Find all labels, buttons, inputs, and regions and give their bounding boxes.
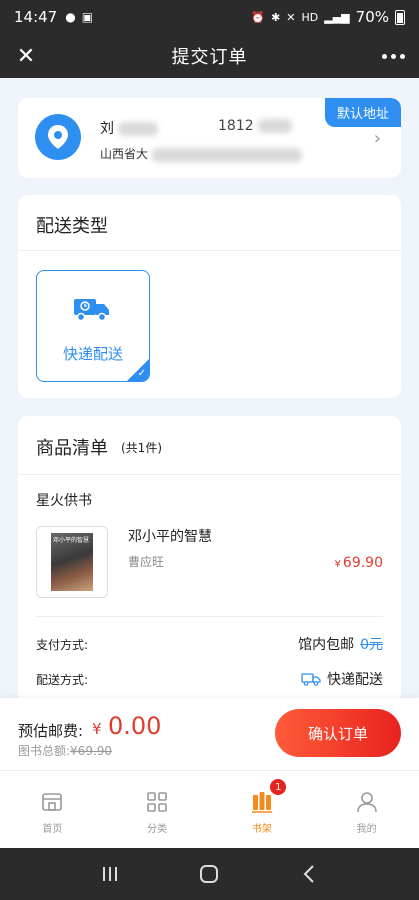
- location-pin-icon: [35, 114, 81, 160]
- payment-method-row: 支付方式: 馆内包邮 0元: [36, 634, 383, 654]
- book-cover-art: 邓小平的智慧: [51, 533, 93, 591]
- notification-icons: ● ▣: [65, 10, 93, 24]
- battery-percent: 70%: [355, 8, 389, 26]
- shipping-method-label: 配送方式:: [36, 672, 89, 687]
- express-delivery-option[interactable]: 快递配送 ✓: [36, 270, 150, 382]
- tab-profile[interactable]: 我的: [314, 771, 419, 848]
- book-title[interactable]: 邓小平的智慧: [128, 526, 212, 546]
- close-icon[interactable]: ✕: [10, 40, 42, 72]
- home-button-icon[interactable]: [194, 859, 224, 889]
- default-address-badge: 默认地址: [324, 98, 401, 127]
- address-detail: 山西省大: [100, 145, 302, 162]
- payment-method-text: 馆内包邮: [298, 637, 355, 653]
- recipient-phone: 1812: [218, 118, 293, 134]
- bluetooth-icon: ✱: [271, 10, 281, 24]
- store-name: 星火供书: [36, 493, 92, 509]
- battery-icon: [395, 9, 405, 25]
- confirm-order-button[interactable]: 确认订单: [275, 709, 401, 757]
- shipping-method-text: 快递配送: [327, 672, 383, 688]
- system-nav-bar: [0, 848, 419, 900]
- divider: [18, 250, 401, 251]
- bottom-tabbar: 首页 分类 书架 1 我的: [0, 770, 419, 848]
- tab-bookshelf-label: 书架: [251, 824, 272, 835]
- alarm-icon: ⏰: [251, 10, 266, 24]
- books-total-label: 图书总额:: [18, 744, 71, 758]
- shipping-method-row: 配送方式: 快递配送: [36, 669, 383, 689]
- tab-category-label: 分类: [147, 824, 168, 835]
- book-price-value: 69.90: [342, 555, 383, 571]
- small-truck-icon: [301, 673, 321, 686]
- delivery-section-title: 配送类型: [36, 216, 108, 237]
- more-icon[interactable]: [382, 40, 405, 72]
- order-content: 刘 1812 山西省大 默认地址 › 配送类型 快递配送 ✓ 商品清单 (共1件…: [0, 78, 419, 698]
- goods-count: (共1件): [121, 441, 162, 455]
- chevron-right-icon: ›: [373, 128, 381, 149]
- user-icon: [356, 792, 377, 813]
- tab-home[interactable]: 首页: [0, 771, 105, 848]
- books-total-value: ¥69.90: [70, 744, 113, 758]
- address-province-text: 山西省大: [100, 147, 149, 161]
- app-header: ✕ 提交订单: [0, 34, 419, 78]
- divider: [36, 616, 383, 617]
- payment-method-label: 支付方式:: [36, 637, 89, 652]
- goods-list-card: 商品清单 (共1件) 星火供书 邓小平的智慧 邓小平的智慧 曹应旺 ¥69.90…: [18, 416, 401, 698]
- book-cover-title: 邓小平的智慧: [53, 537, 90, 544]
- payment-method-value: 馆内包邮 0元: [298, 634, 383, 654]
- bookshelf-icon: [251, 792, 272, 813]
- redacted-address: [151, 147, 302, 162]
- shipping-method-value: 快递配送: [301, 669, 383, 689]
- currency-symbol: ¥: [334, 559, 341, 570]
- recent-apps-icon[interactable]: [95, 859, 125, 889]
- book-price: ¥69.90: [335, 555, 383, 571]
- signal-icon: ▂▄▆: [324, 10, 350, 24]
- back-icon[interactable]: [294, 859, 324, 889]
- page-title: 提交订单: [171, 47, 248, 68]
- goods-section-title: 商品清单: [36, 438, 108, 459]
- original-postage: 0元: [360, 637, 383, 653]
- tab-home-label: 首页: [42, 824, 63, 835]
- postage-currency: ¥: [92, 720, 102, 738]
- books-total: 图书总额:¥69.90: [18, 742, 112, 759]
- mute-icon: ✕: [286, 10, 296, 24]
- check-icon: ✓: [137, 368, 146, 379]
- book-cover-image[interactable]: 邓小平的智慧: [36, 526, 108, 598]
- status-time: 14:47: [14, 8, 58, 26]
- wechat-icon: ●: [65, 10, 76, 24]
- book-author: 曹应旺: [128, 555, 165, 569]
- order-footer: 预估邮费: ¥ 0.00 图书总额:¥69.90 确认订单: [0, 698, 419, 770]
- tab-profile-label: 我的: [356, 824, 377, 835]
- recipient-name: 刘: [100, 118, 159, 138]
- grid-icon: [147, 792, 167, 812]
- bookshelf-badge: 1: [270, 779, 287, 795]
- redacted-phone: [258, 119, 293, 133]
- postage-label: 预估邮费:: [18, 722, 84, 740]
- truck-icon: [74, 299, 109, 322]
- status-bar: 14:47 ● ▣ ⏰ ✱ ✕ HD ▂▄▆ 70%: [0, 0, 419, 34]
- tab-category[interactable]: 分类: [105, 771, 210, 848]
- delivery-type-card: 配送类型 快递配送 ✓: [18, 195, 401, 398]
- tab-bookshelf[interactable]: 书架 1: [210, 771, 315, 848]
- redacted-name: [118, 122, 159, 136]
- recipient-phone-text: 1812: [218, 118, 254, 134]
- postage-value: 0.00: [108, 712, 162, 740]
- divider: [18, 474, 401, 475]
- image-icon: ▣: [81, 10, 94, 24]
- recipient-name-text: 刘: [100, 121, 114, 137]
- home-icon: [42, 793, 63, 811]
- address-card[interactable]: 刘 1812 山西省大 默认地址 ›: [18, 98, 401, 178]
- network-type: HD: [301, 10, 319, 24]
- status-right: ⏰ ✱ ✕ HD ▂▄▆ 70%: [251, 8, 405, 26]
